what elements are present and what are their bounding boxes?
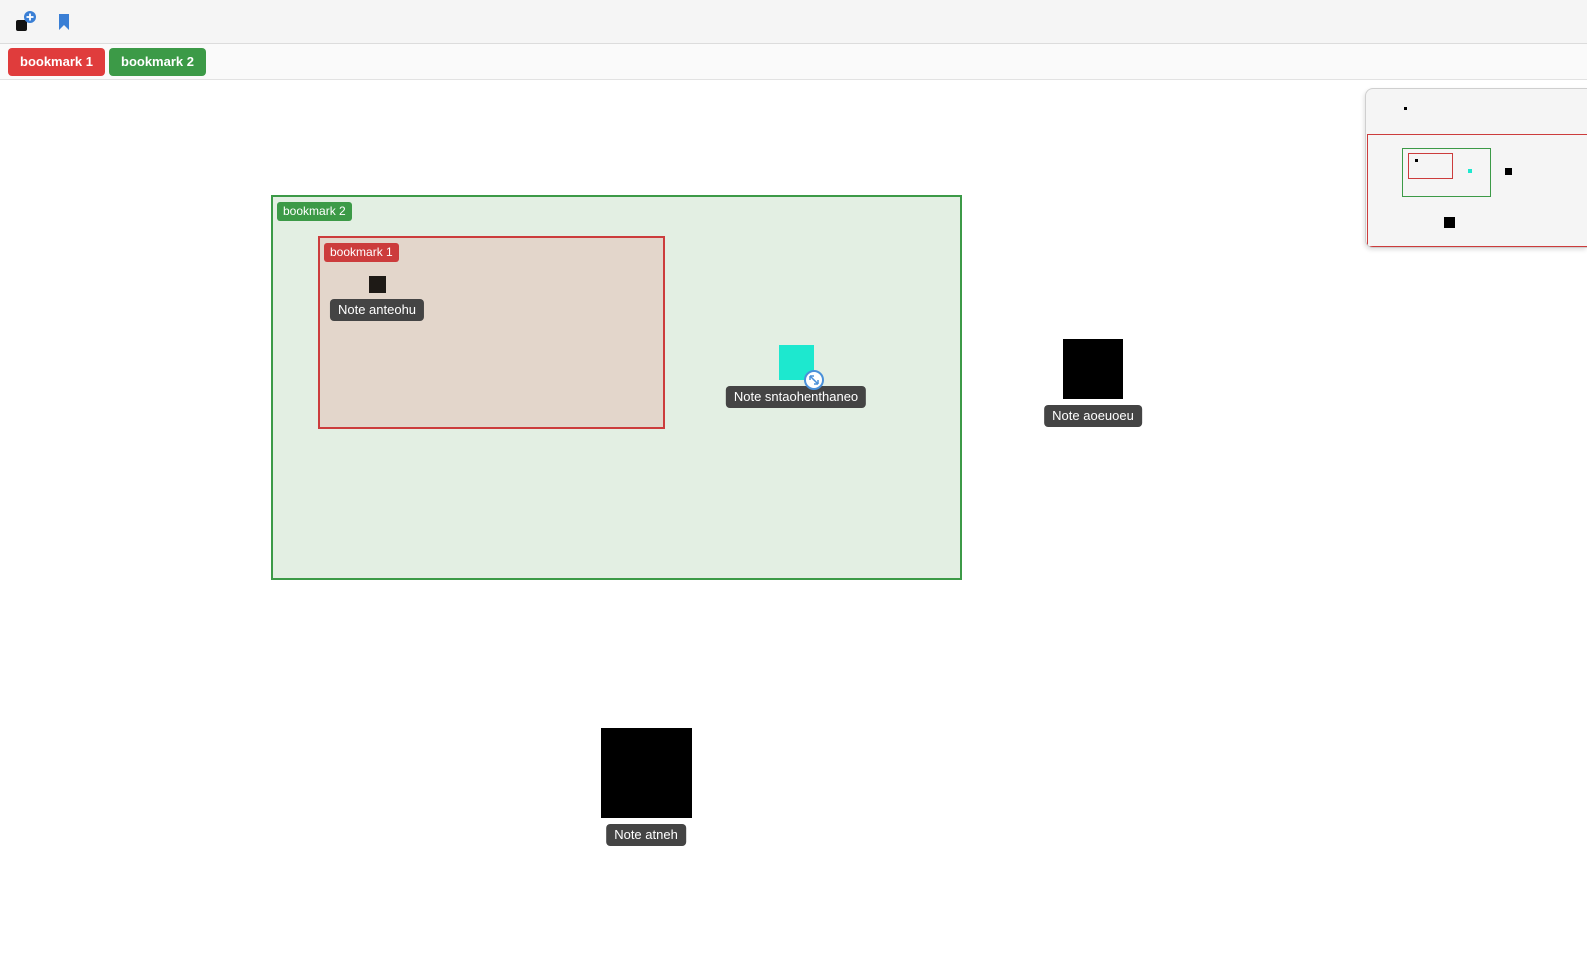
add-note-icon: [16, 11, 36, 31]
minimap-bookmark-1-frame: [1408, 153, 1453, 179]
note-atneh-square[interactable]: [601, 728, 692, 818]
bookmark-2-button[interactable]: bookmark 2: [109, 48, 206, 76]
note-sntaohenthaneo-label[interactable]: Note sntaohenthaneo: [725, 386, 867, 408]
bookmark-1-button[interactable]: bookmark 1: [8, 48, 105, 76]
minimap-note-sntaohenthaneo: [1468, 169, 1472, 173]
note-anteohu-label[interactable]: Note anteohu: [329, 299, 425, 321]
bookmark-2-frame-label[interactable]: bookmark 2: [277, 202, 352, 221]
add-note-button[interactable]: [10, 8, 38, 36]
minimap-note-atneh: [1444, 217, 1455, 228]
canvas[interactable]: bookmark 2 bookmark 1 Note anteohu Note …: [0, 80, 1587, 963]
minimap-note-aoeuoeu: [1505, 168, 1512, 175]
note-atneh-label[interactable]: Note atneh: [606, 824, 686, 846]
bookmark-icon: [59, 14, 69, 30]
minimap-note-anteohu: [1415, 159, 1418, 162]
toolbar: [0, 0, 1587, 44]
note-anteohu-square[interactable]: [369, 276, 386, 293]
add-bookmark-button[interactable]: [50, 8, 78, 36]
minimap-note: [1404, 107, 1407, 110]
bookmark-bar: bookmark 1 bookmark 2: [0, 44, 1587, 80]
note-aoeuoeu-square[interactable]: [1063, 339, 1123, 399]
resize-handle[interactable]: [804, 370, 824, 390]
resize-arrows-icon: [809, 375, 819, 385]
bookmark-1-frame[interactable]: bookmark 1: [318, 236, 665, 429]
minimap[interactable]: [1365, 88, 1587, 248]
bookmark-1-frame-label[interactable]: bookmark 1: [324, 243, 399, 262]
note-aoeuoeu-label[interactable]: Note aoeuoeu: [1044, 405, 1142, 427]
